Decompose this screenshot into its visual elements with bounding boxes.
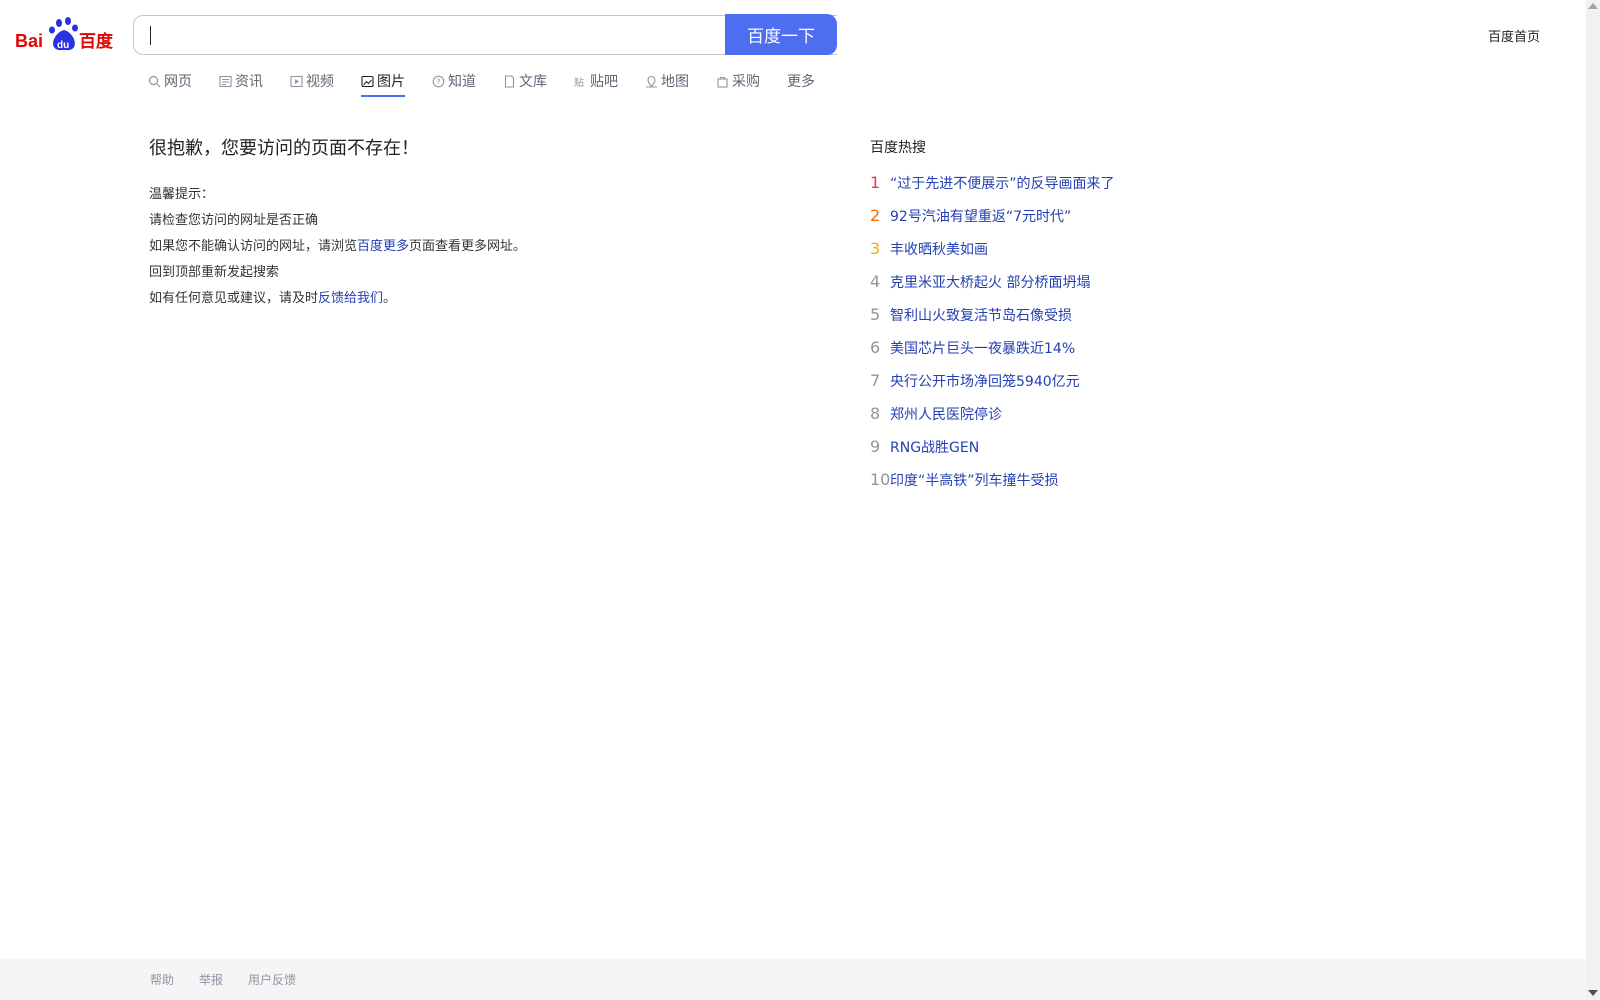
hot-rank: 4 bbox=[870, 272, 881, 291]
video-icon bbox=[290, 75, 303, 88]
tip-feedback: 如有任何意见或建议，请及时反馈给我们。 bbox=[149, 286, 809, 312]
hot-search-item[interactable]: 3 丰收晒秋美如画 bbox=[870, 232, 1170, 265]
hot-rank: 10 bbox=[870, 470, 891, 489]
hot-search-link[interactable]: 郑州人民医院停诊 bbox=[890, 404, 1002, 424]
hot-search-panel: 百度热搜 1 “过于先进不便展示”的反导画面来了 2 92号汽油有望重返“7元时… bbox=[870, 137, 1170, 496]
hot-search-link[interactable]: 印度“半高铁”列车撞牛受损 bbox=[890, 470, 1059, 490]
hot-search-item[interactable]: 9 RNG战胜GEN bbox=[870, 430, 1170, 463]
hot-rank: 7 bbox=[870, 371, 881, 390]
hot-search-item[interactable]: 10 印度“半高铁”列车撞牛受损 bbox=[870, 463, 1170, 496]
tab-label: 更多 bbox=[787, 74, 815, 90]
hot-rank: 2 bbox=[870, 206, 881, 225]
tieba-icon: 贴 bbox=[574, 75, 587, 88]
hot-rank: 9 bbox=[870, 437, 881, 456]
hot-search-item[interactable]: 7 央行公开市场净回笼5940亿元 bbox=[870, 364, 1170, 397]
vertical-scrollbar[interactable] bbox=[1586, 0, 1600, 1000]
tab-shopping[interactable]: 采购 bbox=[716, 68, 760, 94]
document-icon bbox=[503, 74, 516, 88]
image-icon bbox=[361, 75, 374, 88]
hot-search-link[interactable]: “过于先进不便展示”的反导画面来了 bbox=[890, 173, 1115, 193]
tip-back-to-top: 回到顶部重新发起搜索 bbox=[149, 265, 280, 280]
map-icon bbox=[645, 75, 658, 88]
tip-check-url: 请检查您访问的网址是否正确 bbox=[149, 213, 319, 228]
hot-search-link[interactable]: 美国芯片巨头一夜暴跌近14% bbox=[890, 338, 1075, 358]
baidu-home-link[interactable]: 百度首页 bbox=[1488, 26, 1540, 45]
tab-zhidao[interactable]: ? 知道 bbox=[432, 68, 476, 94]
search-tabs: 网页 资讯 视频 图片 ? 知道 文库 贴 贴吧 地图 采购 更多 bbox=[148, 68, 842, 98]
hot-search-link[interactable]: 克里米亚大桥起火 部分桥面坍塌 bbox=[890, 272, 1090, 292]
hot-search-item[interactable]: 2 92号汽油有望重返“7元时代” bbox=[870, 199, 1170, 232]
tab-label: 采购 bbox=[732, 74, 760, 90]
tab-label: 图片 bbox=[377, 74, 405, 90]
tab-wenku[interactable]: 文库 bbox=[503, 68, 547, 94]
header: Bai du 百度 百度一下 百度首页 bbox=[0, 0, 1586, 66]
error-title: 很抱歉，您要访问的页面不存在！ bbox=[149, 138, 419, 159]
hot-rank: 6 bbox=[870, 338, 881, 357]
text-caret bbox=[150, 26, 151, 45]
tab-label: 贴吧 bbox=[590, 74, 618, 90]
svg-text:贴: 贴 bbox=[574, 76, 584, 88]
svg-text:百度: 百度 bbox=[79, 31, 114, 52]
hot-search-item[interactable]: 5 智利山火致复活节岛石像受损 bbox=[870, 298, 1170, 331]
tab-label: 文库 bbox=[519, 74, 547, 90]
tab-label: 知道 bbox=[448, 74, 476, 90]
footer-help-link[interactable]: 帮助 bbox=[150, 971, 174, 988]
tab-label: 地图 bbox=[661, 74, 689, 90]
hot-search-link[interactable]: RNG战胜GEN bbox=[890, 437, 979, 457]
hot-rank: 3 bbox=[870, 239, 881, 258]
news-icon bbox=[219, 75, 232, 88]
tab-video[interactable]: 视频 bbox=[290, 68, 334, 94]
error-content: 很抱歉，您要访问的页面不存在！ 温馨提示： 请检查您访问的网址是否正确 如果您不… bbox=[149, 134, 809, 312]
hot-search-link[interactable]: 丰收晒秋美如画 bbox=[890, 239, 988, 259]
hot-search-link[interactable]: 智利山火致复活节岛石像受损 bbox=[890, 305, 1072, 325]
hot-search-item[interactable]: 8 郑州人民医院停诊 bbox=[870, 397, 1170, 430]
footer-feedback-link[interactable]: 用户反馈 bbox=[248, 971, 296, 988]
tab-tieba[interactable]: 贴 贴吧 bbox=[574, 68, 618, 94]
hot-search-item[interactable]: 6 美国芯片巨头一夜暴跌近14% bbox=[870, 331, 1170, 364]
shopping-icon bbox=[716, 75, 729, 88]
svg-text:du: du bbox=[57, 40, 69, 51]
svg-text:?: ? bbox=[436, 77, 440, 86]
feedback-link[interactable]: 反馈给我们 bbox=[318, 291, 383, 306]
tab-map[interactable]: 地图 bbox=[645, 68, 689, 94]
svg-text:Bai: Bai bbox=[15, 31, 43, 51]
search-button[interactable]: 百度一下 bbox=[725, 14, 837, 55]
baidu-more-link[interactable]: 百度更多 bbox=[357, 239, 409, 254]
tip-feedback-suffix: 。 bbox=[383, 291, 397, 306]
tip-browse: 如果您不能确认访问的网址，请浏览百度更多页面查看更多网址。 bbox=[149, 234, 809, 260]
hot-rank: 1 bbox=[870, 173, 881, 192]
hot-search-item[interactable]: 4 克里米亚大桥起火 部分桥面坍塌 bbox=[870, 265, 1170, 298]
hot-rank: 8 bbox=[870, 404, 881, 423]
search-icon bbox=[148, 75, 161, 88]
hot-search-link[interactable]: 央行公开市场净回笼5940亿元 bbox=[890, 371, 1080, 391]
scroll-down-arrow-icon[interactable] bbox=[1588, 990, 1598, 996]
tab-label: 网页 bbox=[164, 74, 192, 90]
tab-label: 视频 bbox=[306, 74, 334, 90]
tab-more[interactable]: 更多 bbox=[787, 68, 815, 94]
tab-webpage[interactable]: 网页 bbox=[148, 68, 192, 94]
tip-browse-suffix: 页面查看更多网址。 bbox=[409, 239, 527, 254]
tip-feedback-prefix: 如有任何意见或建议，请及时 bbox=[149, 291, 319, 306]
tip-browse-prefix: 如果您不能确认访问的网址，请浏览 bbox=[149, 239, 358, 254]
tab-news[interactable]: 资讯 bbox=[219, 68, 263, 94]
tab-images[interactable]: 图片 bbox=[361, 68, 405, 97]
tip-heading: 温馨提示： bbox=[149, 187, 215, 202]
hot-rank: 5 bbox=[870, 305, 881, 324]
footer-report-link[interactable]: 举报 bbox=[199, 971, 223, 988]
question-icon: ? bbox=[432, 75, 445, 88]
tab-label: 资讯 bbox=[235, 74, 263, 90]
hot-search-item[interactable]: 1 “过于先进不便展示”的反导画面来了 bbox=[870, 166, 1170, 199]
baidu-logo[interactable]: Bai du 百度 bbox=[15, 16, 119, 54]
footer: 帮助 举报 用户反馈 bbox=[0, 959, 1586, 1000]
hot-search-link[interactable]: 92号汽油有望重返“7元时代” bbox=[890, 206, 1071, 226]
scroll-up-arrow-icon[interactable] bbox=[1588, 3, 1598, 9]
hot-search-title: 百度热搜 bbox=[870, 140, 926, 156]
